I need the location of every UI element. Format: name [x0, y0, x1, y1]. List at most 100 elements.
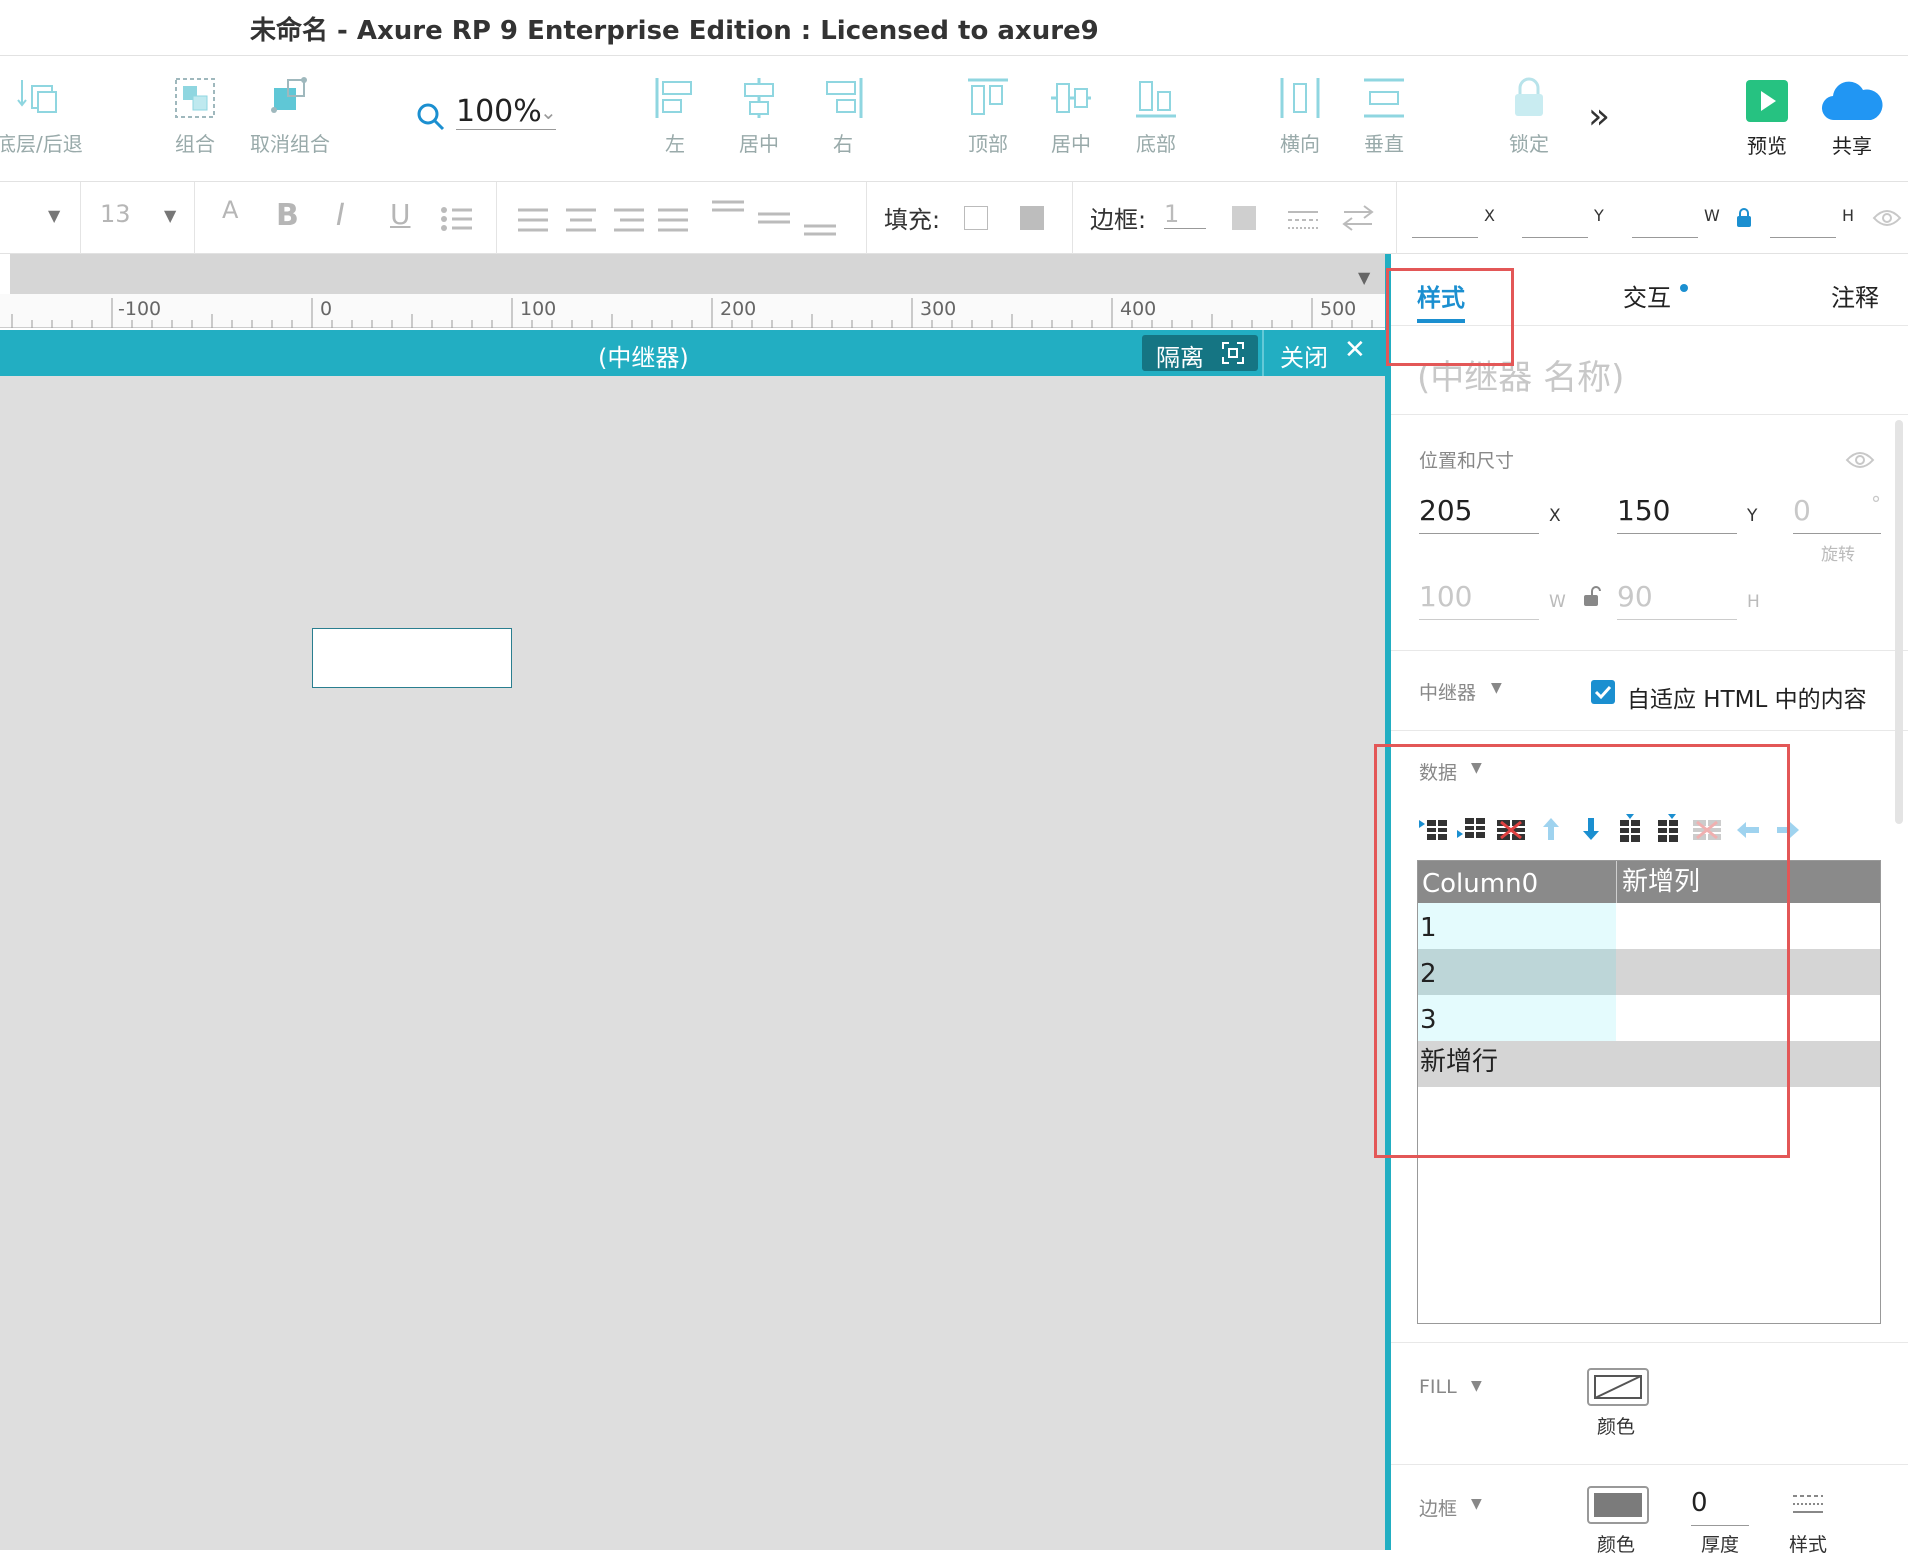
text-align-center-icon[interactable] [566, 208, 596, 232]
x-label: X [1549, 506, 1561, 526]
align-center-button[interactable]: 居中 [736, 76, 782, 157]
title-bar: 未命名 - Axure RP 9 Enterprise Edition : Li… [0, 0, 1908, 56]
italic-icon[interactable]: I [336, 198, 345, 233]
x-input[interactable] [1412, 204, 1478, 238]
text-align-right-icon[interactable] [614, 208, 644, 232]
lock-icon[interactable] [1736, 208, 1752, 228]
border-style-icon[interactable] [1793, 1492, 1823, 1516]
align-middle-button[interactable]: 居中 [1048, 76, 1094, 157]
width-input[interactable]: 100 [1419, 580, 1539, 620]
unlock-icon[interactable] [1583, 586, 1601, 608]
fill-section-title[interactable]: FILL [1419, 1376, 1457, 1398]
align-center-label: 居中 [739, 132, 779, 156]
cloud-icon [1821, 81, 1883, 121]
align-left-icon [655, 78, 692, 118]
search-icon [417, 103, 445, 131]
eye-icon[interactable] [1845, 450, 1875, 470]
format-bar: ▼ 13 ▼ A B I U 填充: 边框: 1 X Y W H [0, 182, 1908, 254]
main-toolbar: 底层/后退 组合 取消组合 100% ⌄ 左 居中 右 顶部 居中 底部 横向 [0, 56, 1908, 182]
font-family-dropdown-arrow-icon[interactable]: ▼ [48, 206, 60, 225]
divider [1391, 1464, 1908, 1465]
arrow-style-icon[interactable] [1342, 204, 1374, 232]
border-style-icon[interactable] [1288, 208, 1318, 232]
border-color-swatch[interactable] [1587, 1486, 1649, 1524]
ungroup-button[interactable]: 取消组合 [248, 76, 332, 157]
horizontal-ruler: -100 0 100 200 300 400 500 [0, 294, 1385, 328]
eye-icon[interactable] [1872, 208, 1902, 228]
w-input[interactable] [1632, 204, 1698, 238]
isolate-icon [1222, 342, 1244, 364]
distribute-horizontal-button[interactable]: 横向 [1276, 76, 1324, 157]
tab-label: 注释 [1831, 284, 1879, 312]
y-position-input[interactable]: 150 [1617, 494, 1737, 534]
y-position-value: 150 [1617, 494, 1671, 527]
divider [1391, 1342, 1908, 1343]
close-isolation-button[interactable]: 关闭 ✕ [1280, 335, 1380, 372]
chevron-down-icon[interactable]: ▼ [1471, 1378, 1482, 1394]
border-thickness-input[interactable]: 0 [1691, 1488, 1749, 1526]
bring-back-button[interactable]: 底层/后退 [0, 76, 83, 157]
ungroup-icon [271, 77, 307, 113]
border-color-swatch[interactable] [1232, 206, 1256, 230]
more-tools-button[interactable]: » [1588, 96, 1610, 137]
chevron-down-icon[interactable]: ▼ [1358, 268, 1370, 287]
text-valign-bottom-icon[interactable] [804, 208, 836, 236]
font-color-icon[interactable]: A [222, 196, 238, 224]
lock-button[interactable]: 锁定 [1506, 76, 1552, 157]
rotation-input[interactable]: 0 ° [1793, 492, 1881, 534]
font-size-dropdown-arrow-icon[interactable]: ▼ [164, 206, 176, 225]
tab-label: 交互 [1623, 284, 1671, 312]
text-justify-icon[interactable] [658, 208, 688, 232]
underline-icon[interactable]: U [390, 198, 411, 231]
design-canvas[interactable] [0, 376, 1385, 1550]
fit-html-checkbox[interactable] [1591, 680, 1615, 704]
repeater-section-title[interactable]: 中继器 [1419, 678, 1476, 705]
preview-button[interactable]: 预览 [1744, 80, 1790, 159]
text-valign-middle-icon[interactable] [758, 204, 790, 232]
group-button[interactable]: 组合 [165, 76, 225, 157]
align-top-button[interactable]: 顶部 [964, 76, 1012, 157]
height-value: 90 [1617, 580, 1653, 613]
fill-color-swatch[interactable] [1020, 206, 1044, 230]
divider [1391, 650, 1908, 651]
h-input[interactable] [1770, 204, 1836, 238]
distribute-vertical-label: 垂直 [1364, 132, 1404, 156]
share-button[interactable]: 共享 [1820, 80, 1884, 159]
divider [496, 182, 497, 254]
window-title: 未命名 - Axure RP 9 Enterprise Edition : Li… [250, 16, 1099, 46]
badge-dot-icon [1680, 284, 1689, 292]
text-valign-top-icon[interactable] [712, 200, 744, 228]
bullet-list-icon[interactable] [440, 206, 474, 232]
checkmark-icon [1594, 685, 1612, 700]
border-width-input[interactable]: 1 [1164, 200, 1206, 229]
distribute-vertical-button[interactable]: 垂直 [1360, 76, 1408, 157]
canvas-header-strip: ▼ [0, 254, 1385, 294]
align-left-button[interactable]: 左 [652, 76, 698, 157]
y-input[interactable] [1522, 204, 1588, 238]
ruler-tick-label: 300 [920, 298, 957, 320]
fill-none-swatch[interactable] [964, 206, 988, 230]
font-size-value[interactable]: 13 [100, 200, 131, 228]
chevron-down-icon[interactable]: ▼ [1491, 680, 1502, 696]
close-icon: ✕ [1344, 335, 1366, 365]
x-position-input[interactable]: 205 [1419, 494, 1539, 534]
tab-notes[interactable]: 注释 [1831, 278, 1879, 313]
border-section-title[interactable]: 边框 [1419, 1494, 1457, 1521]
bold-icon[interactable]: B [276, 198, 299, 233]
align-bottom-button[interactable]: 底部 [1132, 76, 1180, 157]
height-input[interactable]: 90 [1617, 580, 1737, 620]
repeater-item-rectangle[interactable] [312, 628, 512, 688]
fill-color-swatch[interactable] [1587, 1368, 1649, 1406]
isolate-button[interactable]: 隔离 [1142, 335, 1258, 372]
align-right-button[interactable]: 右 [820, 76, 866, 157]
preview-label: 预览 [1747, 134, 1787, 158]
tab-interactions[interactable]: 交互 [1623, 278, 1689, 313]
ruler-tick-label: -100 [118, 298, 162, 320]
divider [194, 182, 195, 254]
y-label: Y [1594, 206, 1604, 225]
chevron-down-icon[interactable]: ▼ [1471, 1496, 1482, 1512]
align-bottom-icon [1136, 81, 1176, 118]
scrollbar-thumb[interactable] [1895, 420, 1903, 824]
divider [1072, 182, 1073, 254]
text-align-left-icon[interactable] [518, 208, 548, 232]
